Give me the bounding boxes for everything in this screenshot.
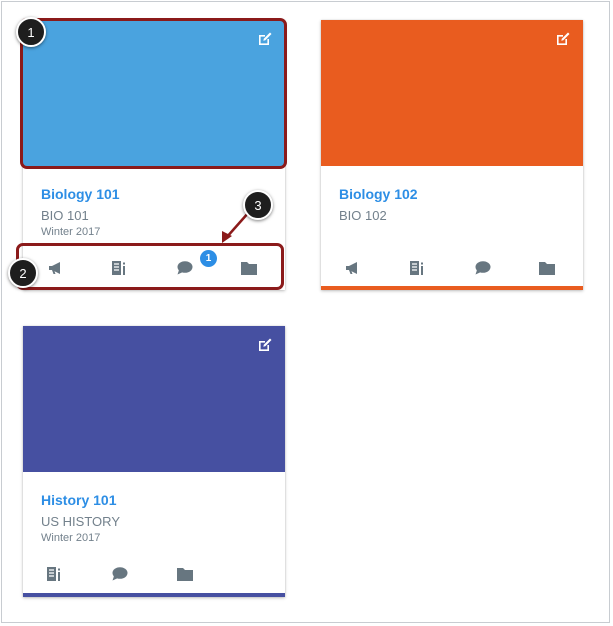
callout-arrow [222, 211, 250, 243]
callout-marker: 3 [243, 190, 273, 220]
callout-marker: 2 [8, 258, 38, 288]
callout-marker: 1 [16, 17, 46, 47]
